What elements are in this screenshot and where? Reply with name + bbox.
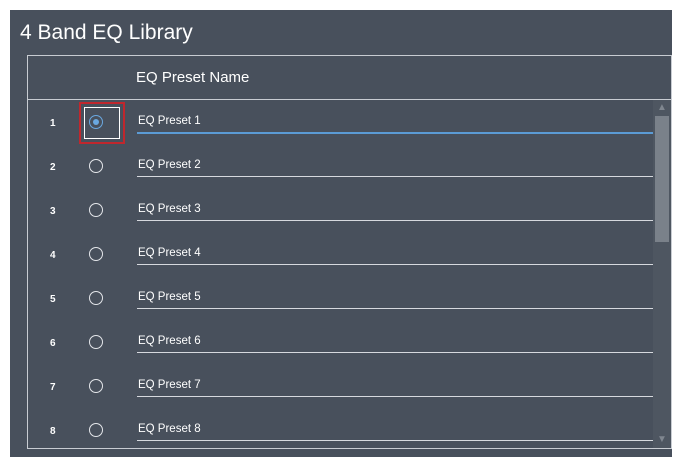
preset-name: EQ Preset 8 [138, 423, 201, 435]
list-item[interactable]: 6 EQ Preset 6 [28, 320, 653, 364]
column-header-preset-name: EQ Preset Name [136, 69, 250, 86]
preset-list: EQ Preset Name 1 EQ Preset 1 2 EQ Preset… [27, 55, 672, 449]
row-number: 4 [50, 250, 56, 261]
list-header: EQ Preset Name [28, 56, 671, 100]
row-number: 8 [50, 426, 56, 437]
list-item[interactable]: 7 EQ Preset 7 [28, 364, 653, 408]
preset-name-field[interactable]: EQ Preset 3 [137, 200, 653, 221]
vertical-scrollbar[interactable]: ▲ ▼ [653, 100, 671, 448]
preset-name-field[interactable]: EQ Preset 2 [137, 156, 653, 177]
list-item[interactable]: 3 EQ Preset 3 [28, 188, 653, 232]
preset-name-field[interactable]: EQ Preset 8 [137, 420, 653, 441]
row-number: 7 [50, 382, 56, 393]
list-item[interactable]: 1 EQ Preset 1 [28, 100, 653, 144]
eq-library-panel: 4 Band EQ Library EQ Preset Name 1 EQ Pr… [10, 10, 672, 457]
preset-radio-button[interactable] [89, 423, 103, 437]
preset-name-field[interactable]: EQ Preset 1 [137, 112, 653, 134]
scrollbar-thumb[interactable] [655, 116, 669, 242]
preset-radio-button[interactable] [89, 115, 103, 129]
preset-radio-button[interactable] [89, 291, 103, 305]
row-number: 2 [50, 162, 56, 173]
list-item[interactable]: 8 EQ Preset 8 [28, 408, 653, 448]
preset-radio-button[interactable] [89, 247, 103, 261]
preset-radio-button[interactable] [89, 203, 103, 217]
preset-name: EQ Preset 7 [138, 379, 201, 391]
preset-name-field[interactable]: EQ Preset 5 [137, 288, 653, 309]
preset-name: EQ Preset 1 [138, 115, 201, 127]
list-item[interactable]: 4 EQ Preset 4 [28, 232, 653, 276]
page-title: 4 Band EQ Library [20, 21, 193, 44]
preset-radio-button[interactable] [89, 379, 103, 393]
row-number: 1 [50, 118, 56, 129]
row-number: 6 [50, 338, 56, 349]
arrow-up-icon[interactable]: ▲ [653, 100, 671, 116]
preset-name-field[interactable]: EQ Preset 7 [137, 376, 653, 397]
preset-name: EQ Preset 6 [138, 335, 201, 347]
preset-name: EQ Preset 4 [138, 247, 201, 259]
row-number: 5 [50, 294, 56, 305]
row-number: 3 [50, 206, 56, 217]
preset-radio-button[interactable] [89, 335, 103, 349]
preset-name: EQ Preset 2 [138, 159, 201, 171]
arrow-down-icon[interactable]: ▼ [653, 432, 671, 448]
preset-radio-button[interactable] [89, 159, 103, 173]
preset-name: EQ Preset 3 [138, 203, 201, 215]
preset-name-field[interactable]: EQ Preset 6 [137, 332, 653, 353]
preset-name: EQ Preset 5 [138, 291, 201, 303]
preset-rows: 1 EQ Preset 1 2 EQ Preset 2 3 EQ Preset … [28, 100, 653, 448]
list-item[interactable]: 5 EQ Preset 5 [28, 276, 653, 320]
preset-name-field[interactable]: EQ Preset 4 [137, 244, 653, 265]
list-item[interactable]: 2 EQ Preset 2 [28, 144, 653, 188]
